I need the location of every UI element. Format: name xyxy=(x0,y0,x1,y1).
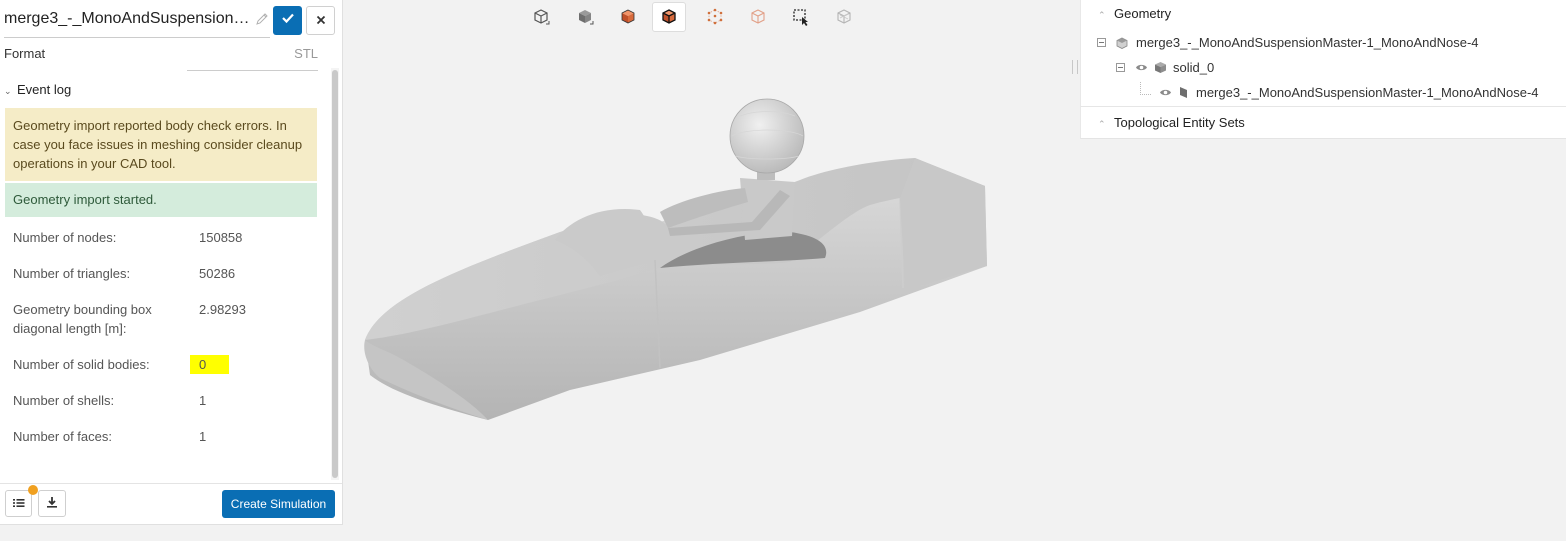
warning-message: Geometry import reported body check erro… xyxy=(5,108,317,181)
eye-icon[interactable] xyxy=(1159,88,1172,97)
collapse-toggle-icon[interactable] xyxy=(1097,38,1106,47)
geometry-section-header[interactable]: ⌃ Geometry xyxy=(1098,6,1171,21)
stat-value: 2.98293 xyxy=(199,302,246,317)
left-panel: merge3_-_MonoAndSuspensionMa... Format S… xyxy=(0,0,343,525)
stat-value-highlighted: 0 xyxy=(190,355,230,374)
event-list-button[interactable] xyxy=(5,490,32,517)
tree-item-label: merge3_-_MonoAndSuspensionMaster-1_MonoA… xyxy=(1196,85,1539,100)
title-row: merge3_-_MonoAndSuspensionMa... xyxy=(0,0,342,40)
entity-sets-section-header[interactable]: ⌃ Topological Entity Sets xyxy=(1098,115,1245,130)
event-log-header[interactable]: ⌄ Event log xyxy=(4,82,71,97)
stat-label: Geometry bounding box diagonal length [m… xyxy=(13,302,152,336)
chevron-up-icon: ⌃ xyxy=(1098,10,1106,20)
tree-item-root[interactable]: merge3_-_MonoAndSuspensionMaster-1_MonoA… xyxy=(1097,35,1479,50)
hidden-entity-icon[interactable] xyxy=(827,2,861,32)
geometry-stats: Number of nodes: 150858 Number of triang… xyxy=(5,219,317,454)
entity-sets-title: Topological Entity Sets xyxy=(1114,115,1245,130)
format-underline xyxy=(187,70,318,71)
stat-value: 1 xyxy=(199,429,207,444)
format-label: Format xyxy=(4,46,46,61)
stat-row-nodes: Number of nodes: 150858 xyxy=(5,219,317,255)
scrollbar-thumb[interactable] xyxy=(332,70,338,478)
stat-row-solid-bodies: Number of solid bodies: 0 xyxy=(5,346,317,382)
close-icon xyxy=(316,12,326,30)
success-message: Geometry import started. xyxy=(5,183,317,217)
cancel-button[interactable] xyxy=(306,6,335,35)
event-log-title: Event log xyxy=(17,82,72,97)
panel-resize-handle[interactable] xyxy=(1072,60,1078,74)
stat-row-shells: Number of shells: 1 xyxy=(5,382,317,418)
face-icon xyxy=(1179,86,1188,99)
stat-label: Number of triangles: xyxy=(13,266,131,281)
3d-viewport[interactable] xyxy=(343,36,1080,536)
tree-connector xyxy=(1140,82,1151,95)
stat-row-faces: Number of faces: 1 xyxy=(5,418,317,454)
notification-badge xyxy=(28,485,38,495)
confirm-button[interactable] xyxy=(273,6,302,35)
chevron-up-icon: ⌃ xyxy=(1098,119,1106,129)
stat-row-bounding-box: Geometry bounding box diagonal length [m… xyxy=(5,291,317,346)
download-icon xyxy=(46,495,58,513)
wireframe-icon[interactable] xyxy=(741,2,775,32)
eye-icon[interactable] xyxy=(1135,63,1148,72)
stat-value: 150858 xyxy=(199,230,243,245)
stat-value: 50286 xyxy=(199,266,236,281)
chevron-down-icon: ⌄ xyxy=(4,86,12,96)
stat-value: 1 xyxy=(199,393,207,408)
stat-label: Number of faces: xyxy=(13,429,112,444)
tree-item-label: solid_0 xyxy=(1173,60,1215,75)
list-icon xyxy=(12,495,25,513)
stat-label: Number of nodes: xyxy=(13,230,117,245)
tree-divider xyxy=(1080,106,1566,107)
stat-label: Number of solid bodies: xyxy=(13,357,150,372)
box-select-icon[interactable] xyxy=(784,2,818,32)
geometry-file-icon xyxy=(1116,37,1128,49)
geometry-section-title: Geometry xyxy=(1114,6,1172,21)
stat-label: Number of shells: xyxy=(13,393,115,408)
geometry-name-input[interactable]: merge3_-_MonoAndSuspensionMa... xyxy=(4,10,252,28)
point-select-icon[interactable] xyxy=(698,2,732,32)
create-simulation-button[interactable]: Create Simulation xyxy=(222,490,335,518)
title-underline xyxy=(4,37,270,38)
stat-row-triangles: Number of triangles: 50286 xyxy=(5,255,317,291)
tree-item-solid[interactable]: solid_0 xyxy=(1116,60,1214,75)
view-toolbar xyxy=(522,0,866,36)
solid-highlight-icon[interactable] xyxy=(611,2,645,32)
footer-divider xyxy=(0,483,342,484)
tree-item-label: merge3_-_MonoAndSuspensionMaster-1_MonoA… xyxy=(1136,35,1479,50)
pencil-icon[interactable] xyxy=(255,12,269,26)
tree-item-face[interactable]: merge3_-_MonoAndSuspensionMaster-1_MonoA… xyxy=(1140,82,1539,100)
selected-solid-icon[interactable] xyxy=(652,2,686,32)
solid-icon xyxy=(1154,61,1167,74)
car-model[interactable] xyxy=(343,36,1080,536)
format-value: STL xyxy=(294,46,318,61)
solid-view-icon[interactable] xyxy=(568,2,602,32)
view-cube-icon[interactable] xyxy=(524,2,558,32)
check-icon xyxy=(281,11,295,30)
collapse-toggle-icon[interactable] xyxy=(1116,63,1125,72)
download-button[interactable] xyxy=(38,490,66,517)
